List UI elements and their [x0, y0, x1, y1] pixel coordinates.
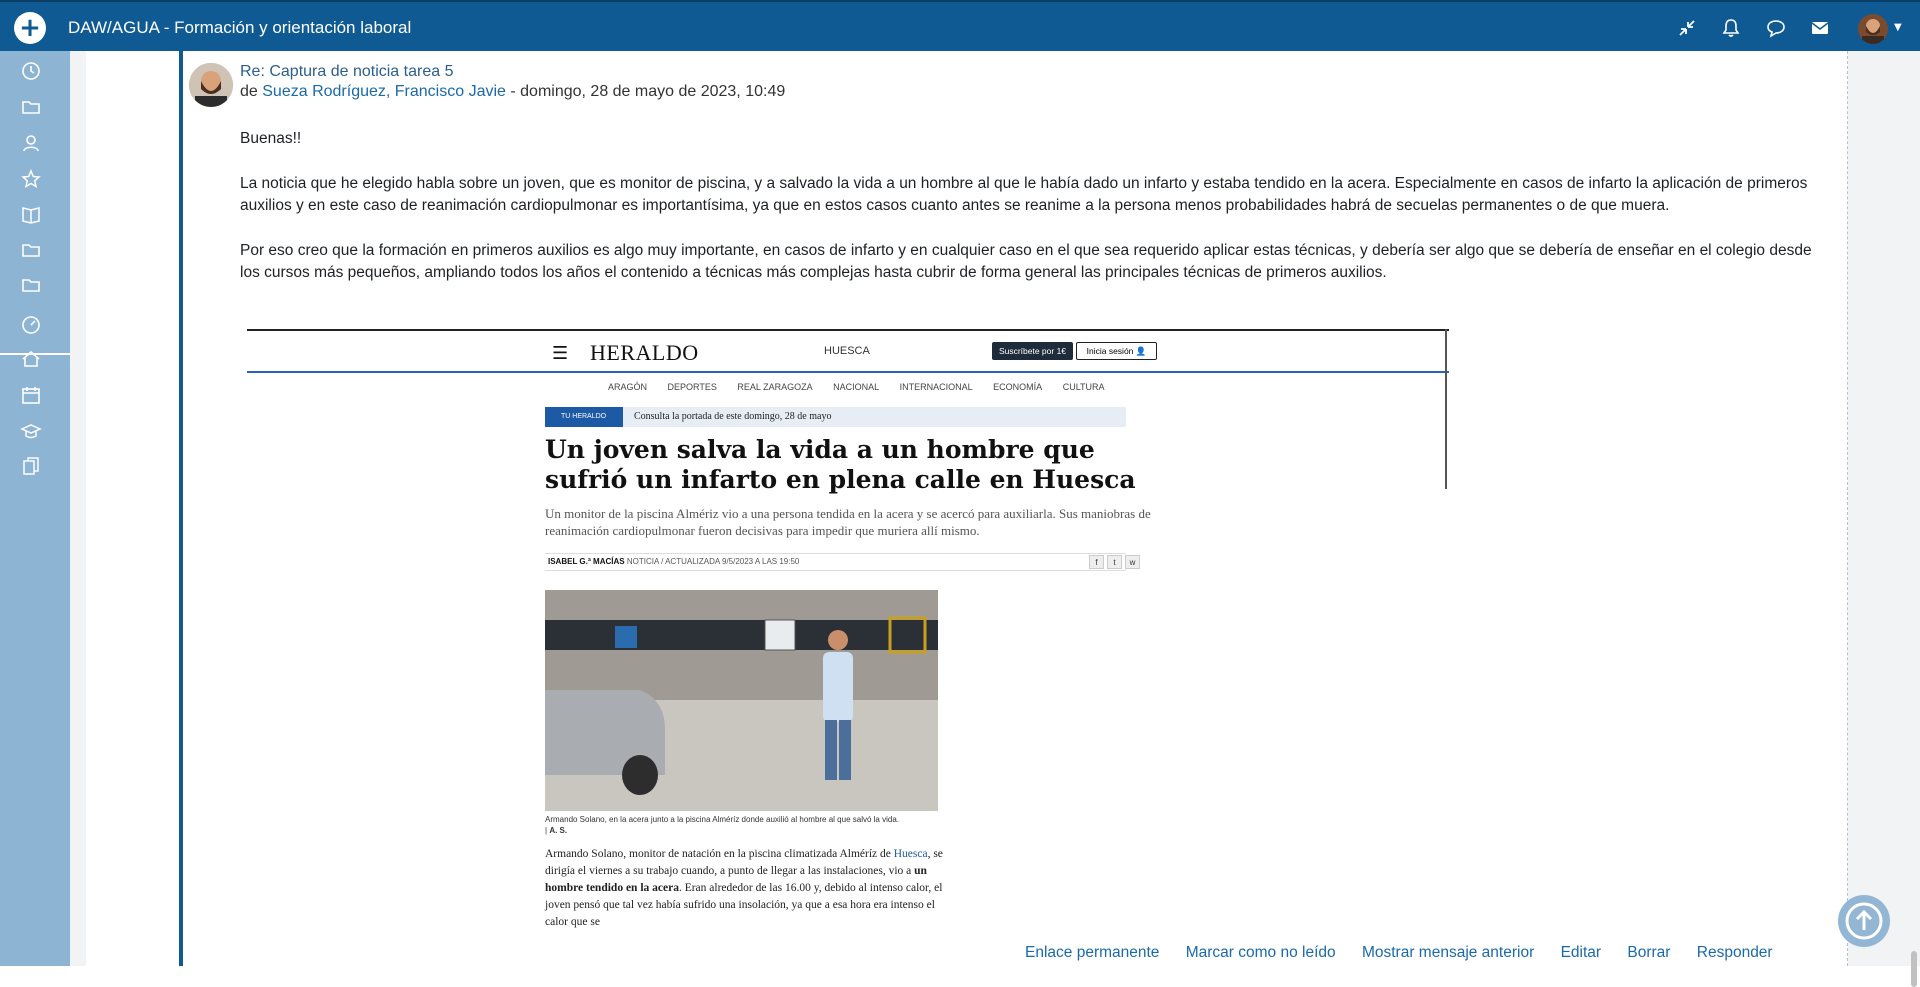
folder-icon[interactable]: [20, 274, 42, 296]
course-title[interactable]: DAW/AGUA - Formación y orientación labor…: [68, 18, 411, 38]
scroll-to-top-button[interactable]: [1838, 895, 1890, 947]
article-headline: Un joven salva la vida a un hombre que s…: [545, 435, 1136, 494]
calendar-icon[interactable]: [20, 384, 42, 406]
divider: [247, 371, 1449, 373]
post-paragraph: Buenas!!: [240, 130, 302, 147]
users-icon[interactable]: [20, 132, 42, 154]
nav-item: INTERNACIONAL: [899, 382, 973, 392]
post-paragraph: La noticia que he elegido habla sobre un…: [240, 174, 1808, 215]
bell-icon[interactable]: [1720, 17, 1742, 39]
article-byline: ISABEL G.ª MACÍAS NOTICIA / ACTUALIZADA …: [545, 553, 1126, 571]
left-sidebar: [0, 51, 70, 966]
permalink-link[interactable]: Enlace permanente: [1025, 944, 1159, 961]
article-link: Huesca: [893, 848, 928, 860]
post-actions: Enlace permanente Marcar como no leído M…: [1025, 944, 1773, 962]
delete-link[interactable]: Borrar: [1627, 944, 1670, 961]
show-parent-link[interactable]: Mostrar mensaje anterior: [1362, 944, 1534, 961]
collapse-icon[interactable]: [1676, 17, 1698, 39]
byline-author: ISABEL G.ª MACÍAS: [548, 557, 625, 566]
author-link[interactable]: Sueza Rodríguez, Francisco Javie: [262, 83, 506, 100]
byline-rest: NOTICIA / ACTUALIZADA 9/5/2023 A LAS 19:…: [626, 557, 800, 566]
login-label: Inicia sesión: [1086, 346, 1134, 356]
star-icon[interactable]: [20, 168, 42, 190]
subscribe-button: Suscríbete por 1€: [992, 342, 1073, 360]
reply-link[interactable]: Responder: [1697, 944, 1773, 961]
scrollbar-thumb[interactable]: [1911, 951, 1917, 987]
author-avatar[interactable]: [189, 63, 233, 107]
book-icon[interactable]: [20, 203, 42, 225]
nav-item: ECONOMÍA: [993, 382, 1043, 392]
login-button: Inicia sesión 👤: [1076, 342, 1157, 360]
nav-item: ARAGÓN: [608, 382, 648, 392]
caption-credit: A. S.: [549, 826, 568, 835]
vertical-scrollbar[interactable]: [1908, 51, 1920, 987]
twitter-icon: t: [1107, 555, 1122, 569]
top-navbar: + DAW/AGUA - Formación y orientación lab…: [0, 0, 1920, 51]
hamburger-icon: ☰: [552, 343, 569, 364]
article-photo: [545, 590, 938, 811]
folder-icon[interactable]: [20, 239, 42, 261]
dashboard-icon[interactable]: [20, 313, 42, 335]
post-title: Re: Captura de noticia tarea 5: [240, 63, 454, 80]
clock-icon[interactable]: [20, 60, 42, 82]
nav-item: CULTURA: [1062, 382, 1105, 392]
edit-link[interactable]: Editar: [1561, 944, 1602, 961]
newspaper-location: HUESCA: [824, 345, 870, 357]
post-body: Buenas!! La noticia que he elegido habla…: [240, 128, 1830, 307]
mark-unread-link[interactable]: Marcar como no leído: [1186, 944, 1336, 961]
article-text: Armando Solano, monitor de natación en l…: [545, 846, 945, 931]
promo-bar: TU HERALDO Consulta la portada de este d…: [545, 407, 1126, 427]
nav-item: NACIONAL: [833, 382, 880, 392]
newspaper-logo: HERALDO: [590, 340, 699, 365]
folder-icon[interactable]: [20, 96, 42, 118]
user-avatar[interactable]: [1858, 14, 1888, 44]
post-date: - domingo, 28 de mayo de 2023, 10:49: [510, 83, 786, 100]
chat-icon[interactable]: [1765, 17, 1787, 39]
post-paragraph: Por eso creo que la formación en primero…: [240, 241, 1812, 282]
whatsapp-icon: w: [1125, 555, 1140, 569]
meta-prefix: de: [240, 83, 258, 100]
post-meta: de Sueza Rodríguez, Francisco Javie - do…: [240, 83, 785, 101]
add-icon[interactable]: +: [14, 12, 46, 44]
newspaper-nav: ARAGÓN DEPORTES REAL ZARAGOZA NACIONAL I…: [608, 382, 1123, 392]
facebook-icon: f: [1089, 555, 1104, 569]
promo-text: Consulta la portada de este domingo, 28 …: [634, 411, 832, 422]
nav-item: DEPORTES: [667, 382, 717, 392]
user-icon: 👤: [1135, 346, 1147, 356]
nav-item: REAL ZARAGOZA: [737, 382, 813, 392]
caption-text: Armando Solano, en la acera junto a la p…: [545, 815, 899, 824]
home-icon[interactable]: [20, 348, 42, 370]
news-screenshot-image: ☰ HERALDO HUESCA Suscríbete por 1€ Inici…: [247, 329, 1449, 934]
mail-icon[interactable]: [1809, 17, 1831, 39]
promo-badge: TU HERALDO: [545, 407, 623, 427]
divider: [1445, 329, 1447, 489]
article-lede: Un monitor de la piscina Almériz vio a u…: [545, 506, 1151, 538]
copy-icon[interactable]: [20, 455, 42, 477]
graduation-cap-icon[interactable]: [20, 420, 42, 442]
divider: [247, 329, 1449, 331]
chevron-down-icon[interactable]: ▼: [1894, 22, 1902, 33]
arrow-up-icon: [1845, 902, 1883, 940]
photo-caption: Armando Solano, en la acera junto a la p…: [545, 815, 899, 835]
article-part: Armando Solano, monitor de natación en l…: [545, 848, 894, 860]
